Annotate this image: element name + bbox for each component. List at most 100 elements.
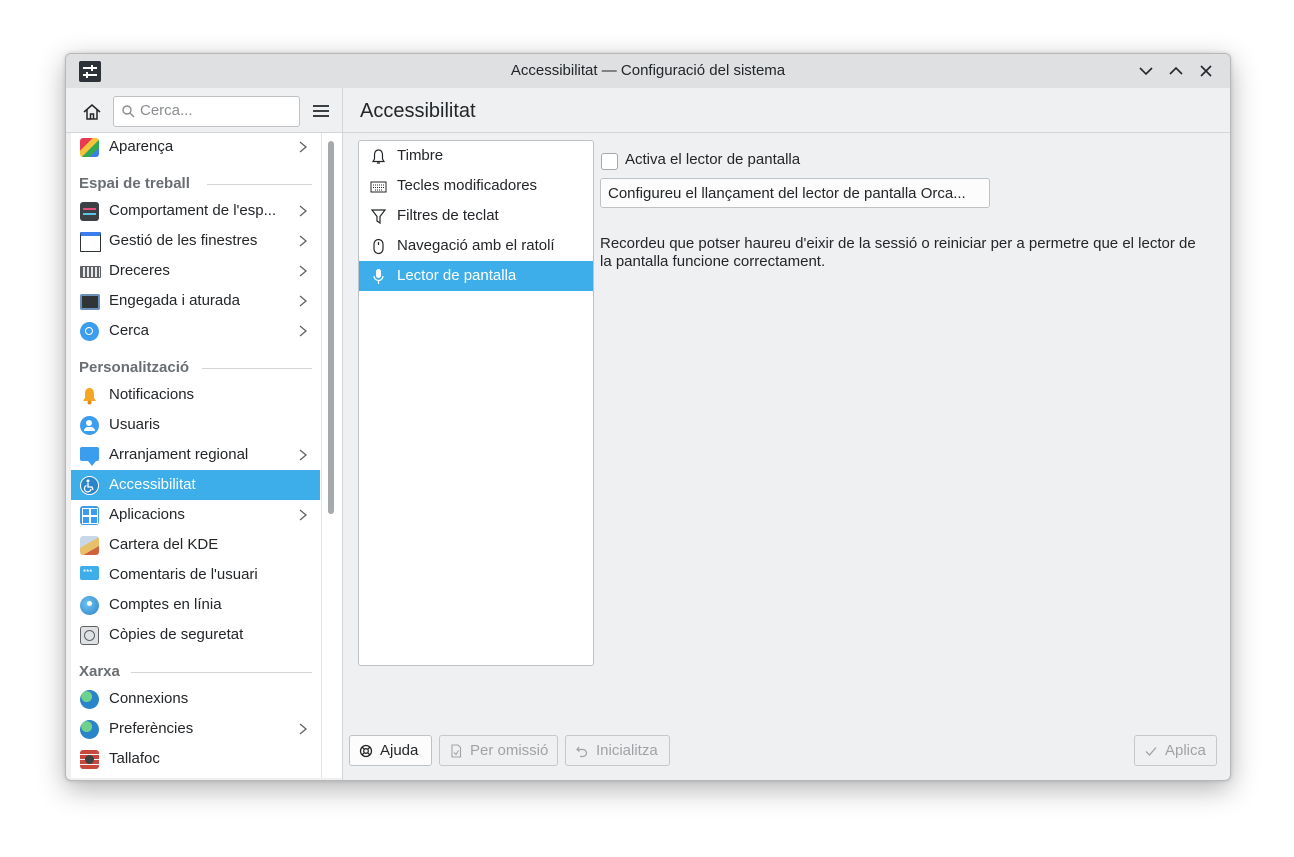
chevron-down-icon [1139,67,1153,76]
subcategory-screen-reader[interactable]: Lector de pantalla [359,261,593,291]
subcategory-mouse-navigation[interactable]: Navegació amb el ratolí [359,231,593,261]
apply-button-label: Aplica [1165,742,1206,759]
chevron-right-icon [299,141,308,153]
document-defaults-icon [451,744,462,758]
menu-icon [313,105,329,117]
sidebar-scrollbar[interactable] [321,133,343,778]
sidebar-item-label: Dreceres [109,262,170,279]
reset-button-label: Inicialitza [596,742,658,759]
sidebar: Aparença Espai de treball Comportament d… [71,133,321,778]
sidebar-item-label: Tallafoc [109,750,160,767]
sidebar-item-kde-wallet[interactable]: Cartera del KDE [71,530,320,560]
sidebar-item-applications[interactable]: Aplicacions [71,500,320,530]
kde-wallet-icon [80,536,99,555]
sidebar-item-notifications[interactable]: Notificacions [71,380,320,410]
restart-note: Recordeu que potser haureu d'eixir de la… [600,235,1196,270]
sidebar-item-shortcuts[interactable]: Dreceres [71,256,320,286]
sidebar-item-label: Gestió de les finestres [109,232,258,249]
sidebar-item-search[interactable]: Cerca [71,316,320,346]
sidebar-item-appearance[interactable]: Aparença [71,133,320,162]
apply-button[interactable]: Aplica [1134,735,1217,766]
hamburger-menu-button[interactable] [310,101,332,121]
sidebar-item-regional-settings[interactable]: Arranjament regional [71,440,320,470]
subcategory-modifier-keys[interactable]: Tecles modificadores [359,171,593,201]
reset-button[interactable]: Inicialitza [565,735,670,766]
subcategory-list: Timbre Tecles modificadores Filtres de t… [358,140,594,666]
help-button[interactable]: Ajuda [349,735,432,766]
firewall-icon [80,750,99,769]
keyboard-icon [370,181,387,193]
defaults-button-label: Per omissió [470,742,549,759]
section-header-network: Xarxa [79,663,120,680]
subcategory-label: Filtres de teclat [397,207,499,224]
maximize-button[interactable] [1166,61,1186,81]
undo-icon [576,746,588,758]
section-divider [207,184,312,185]
sidebar-item-label: Arranjament regional [109,446,249,463]
subcategory-label: Navegació amb el ratolí [397,237,555,254]
sidebar-item-backups[interactable]: Còpies de seguretat [71,620,320,650]
search-icon [122,105,135,118]
sidebar-item-window-management[interactable]: Gestió de les finestres [71,226,320,256]
network-preferences-icon [80,720,99,739]
microphone-icon [373,269,384,284]
sidebar-item-workspace-behavior[interactable]: Comportament de l'esp... [71,196,320,226]
sidebar-item-connections[interactable]: Connexions [71,684,320,714]
chevron-right-icon [299,235,308,247]
settings-window: Accessibilitat — Configuració del sistem… [65,53,1231,781]
subcategory-keyboard-filters[interactable]: Filtres de teclat [359,201,593,231]
sidebar-item-label: Cerca [109,322,150,339]
sidebar-item-user-feedback[interactable]: *** Comentaris de l'usuari [71,560,320,590]
sidebar-item-label: Aparença [109,138,174,155]
search-input[interactable] [140,101,290,120]
close-icon [1200,65,1212,77]
users-icon [80,416,99,435]
sidebar-item-firewall[interactable]: Tallafoc [71,744,320,774]
backups-icon [80,626,99,645]
workspace-behavior-icon [80,202,99,221]
sidebar-item-label: Preferències [109,720,194,737]
sidebar-item-label: Notificacions [109,386,195,403]
sidebar-item-users[interactable]: Usuaris [71,410,320,440]
search-settings-icon [80,322,99,341]
accessibility-icon [80,476,99,495]
sidebar-item-label: Aplicacions [109,506,185,523]
help-button-label: Ajuda [380,742,419,759]
sidebar-item-accessibility[interactable]: Accessibilitat [71,470,320,500]
checkmark-icon [1145,747,1157,756]
sidebar-item-network-preferences[interactable]: Preferències [71,714,320,744]
sidebar-item-label: Accessibilitat [109,476,196,493]
subcategory-bell[interactable]: Timbre [359,141,593,171]
chevron-right-icon [299,509,308,521]
filter-icon [370,209,387,225]
sidebar-item-label: Còpies de seguretat [109,626,244,643]
lifebuoy-icon [359,744,373,758]
sidebar-item-label: Comentaris de l'usuari [109,566,258,583]
screen-reader-checkbox-label[interactable]: Activa el lector de pantalla [625,151,800,168]
sidebar-item-label: Connexions [109,690,189,707]
sidebar-item-startup-shutdown[interactable]: Engegada i aturada [71,286,320,316]
minimize-button[interactable] [1136,61,1156,81]
section-header-personalization: Personalització [79,359,190,376]
section-divider [202,368,312,369]
sidebar-item-label: Comportament de l'esp... [109,202,277,219]
configure-orca-button[interactable]: Configureu el llançament del lector de p… [600,178,990,208]
sidebar-item-label: Comptes en línia [109,596,222,613]
home-button[interactable] [81,101,103,123]
search-field[interactable] [113,96,300,127]
chevron-right-icon [299,205,308,217]
sidebar-item-label: Cartera del KDE [109,536,219,553]
sidebar-item-online-accounts[interactable]: Comptes en línia [71,590,320,620]
page-header: Accessibilitat [343,88,1230,133]
system-settings-app-icon[interactable] [79,61,101,82]
chevron-right-icon [299,449,308,461]
chevron-right-icon [299,265,308,277]
scrollbar-thumb[interactable] [328,141,334,514]
subcategory-label: Timbre [397,147,444,164]
screen-reader-checkbox[interactable] [601,153,618,170]
chevron-right-icon [299,325,308,337]
defaults-button[interactable]: Per omissió [439,735,558,766]
close-button[interactable] [1196,61,1216,81]
chevron-right-icon [299,295,308,307]
keyboard-shortcuts-icon [80,266,101,278]
